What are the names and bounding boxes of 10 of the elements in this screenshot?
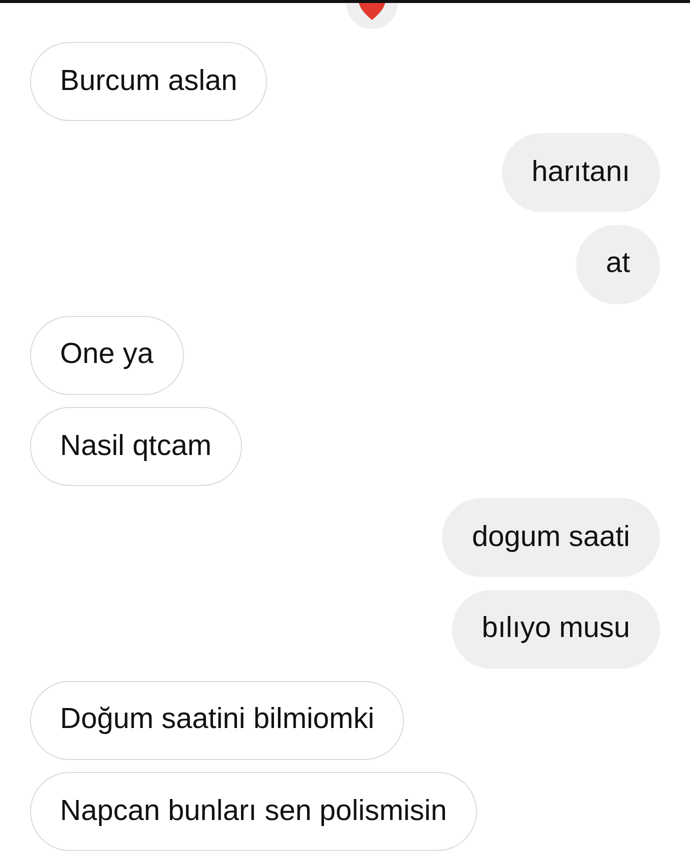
message-bubble: at: [576, 224, 660, 304]
message-bubble: bılıyo musu: [452, 590, 660, 668]
message-bubble: dogum saati: [442, 498, 660, 578]
message-bubble: harıtanı: [502, 133, 660, 212]
heart-reaction-icon: [345, 3, 399, 29]
message-bubble: Nasil qtcam: [30, 407, 242, 486]
message-bubble: Doğum saatini bilmiomki: [30, 680, 404, 760]
message-bubble: One ya: [30, 316, 184, 395]
message-bubble: Napcan bunları sen polismisin: [30, 772, 477, 851]
message-bubble: Burcum aslan: [30, 42, 268, 121]
